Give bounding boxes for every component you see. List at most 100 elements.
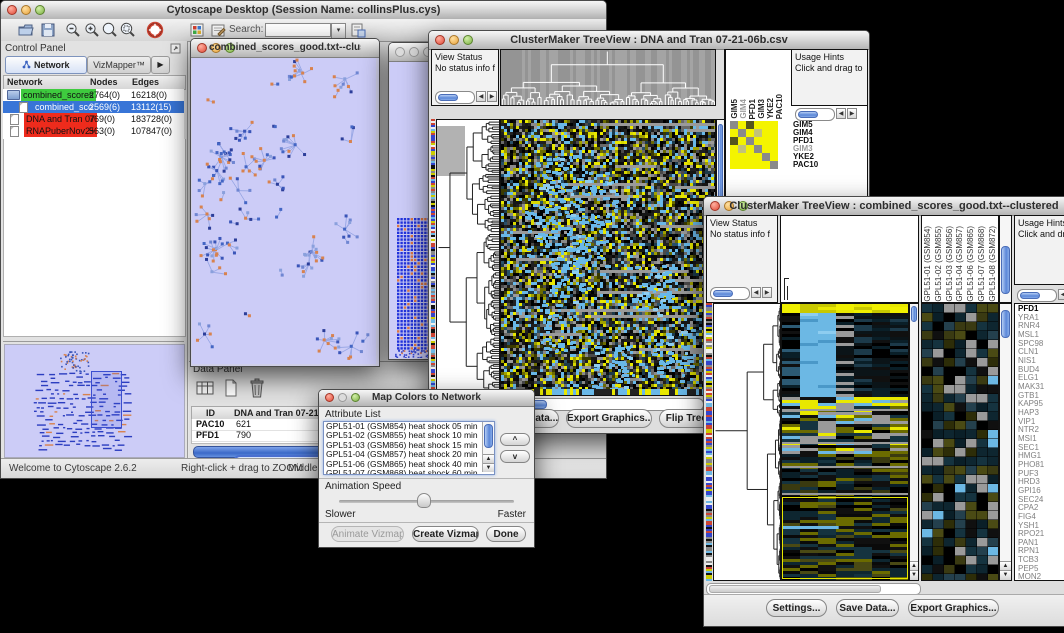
matrix-cell[interactable] [754,129,762,137]
matrix-cell[interactable] [738,153,746,161]
attribute-select-icon[interactable] [195,378,215,398]
zoom-in-icon[interactable] [83,21,101,39]
data-cell-id[interactable]: PFD1 [196,430,219,441]
vizmapper-palette-icon[interactable] [188,21,206,39]
scrollbar-thumb[interactable] [713,290,733,297]
tv1-row-dendrogram[interactable] [437,120,499,395]
delete-attribute-icon[interactable] [247,377,267,399]
matrix-cell[interactable] [738,137,746,145]
matrix-cell[interactable] [762,137,770,145]
matrix-cell[interactable] [762,161,770,169]
close-icon[interactable] [7,5,17,15]
speed-slider-thumb[interactable] [417,493,431,508]
tv2-zoom-heatmap[interactable] [922,304,998,580]
scroll-down-icon[interactable]: ▼ [910,570,918,580]
attribute-list-item[interactable]: GPL51-07 (GSM868) heat shock 60 min [324,469,494,475]
close-icon[interactable] [197,43,207,53]
scroll-down-icon[interactable]: ▼ [483,463,494,472]
matrix-cell[interactable] [738,145,746,153]
move-down-button[interactable]: v [500,450,530,463]
tv1-export-graphics-button[interactable]: Export Graphics... [566,409,652,428]
matrix-cell[interactable] [754,161,762,169]
move-up-button[interactable]: ^ [500,433,530,446]
animate-vizmap-button[interactable]: Animate Vizmap [331,526,404,542]
tv1-status-scrollbar[interactable]: ◀ ▶ [435,91,497,102]
scrollbar-track[interactable] [1017,289,1057,302]
matrix-cell[interactable] [730,161,738,169]
network-canvas[interactable] [192,58,376,364]
tv1-row-dendrogram-pane[interactable] [436,119,500,396]
matrix-cell[interactable] [762,145,770,153]
zoom-fit-icon[interactable] [101,21,119,39]
scrollbar-thumb[interactable] [709,585,881,593]
scrollbar-track[interactable] [435,91,475,104]
header-nodes[interactable]: Nodes [90,76,118,89]
close-icon[interactable] [435,35,445,45]
matrix-cell[interactable] [746,145,754,153]
tv2-genes-vscrollbar[interactable]: ▲ ▼ [999,303,1012,581]
data-cell-value[interactable]: 621 [236,419,251,430]
tab-vizmapper[interactable]: VizMapper™ [87,56,151,74]
attribute-listbox[interactable]: GPL51-01 (GSM854) heat shock 05 minGPL51… [323,421,495,475]
matrix-cell[interactable] [730,145,738,153]
matrix-cell[interactable] [746,137,754,145]
tv1-usage-scrollbar[interactable]: ◀ ▶ [795,108,857,119]
network-name[interactable]: DNA and Tran 07 [24,113,97,125]
close-icon[interactable] [395,47,405,57]
scroll-left-icon[interactable]: ◀ [751,287,761,298]
matrix-cell[interactable] [746,129,754,137]
matrix-cell[interactable] [730,153,738,161]
tv1-column-dendrogram-pane[interactable] [500,49,716,106]
matrix-cell[interactable] [754,121,762,129]
scrollbar-thumb[interactable] [798,111,818,118]
matrix-cell[interactable] [762,121,770,129]
matrix-cell[interactable] [770,161,778,169]
dialog-title-bar[interactable]: Map Colors to Network [319,390,534,407]
tv1-correlation-matrix[interactable] [730,121,778,169]
matrix-cell[interactable] [762,153,770,161]
data-cell-value[interactable]: 790 [236,430,251,441]
minimize-icon[interactable] [409,47,419,57]
scroll-left-icon[interactable]: ◀ [476,91,486,102]
network-table-row[interactable]: combined_scores2764(0)16218(0) [3,89,184,101]
scrollbar-thumb[interactable] [911,306,917,322]
matrix-cell[interactable] [730,129,738,137]
network-name[interactable]: RNAPuberNov2+ [24,125,97,137]
matrix-cell[interactable] [754,137,762,145]
scroll-down-icon[interactable]: ▼ [1000,570,1011,580]
float-panel-icon[interactable] [170,43,181,54]
main-title-bar[interactable]: Cytoscape Desktop (Session Name: collins… [1,1,606,20]
network-table-row[interactable]: combined_sco2569(6)13112(15) [3,101,184,113]
matrix-cell[interactable] [746,153,754,161]
treeview1-title-bar[interactable]: ClusterMaker TreeView : DNA and Tran 07-… [429,31,869,50]
scroll-up-icon[interactable]: ▲ [483,454,494,463]
tv1-heatmap-pane[interactable] [500,119,716,396]
search-dropdown-icon[interactable]: ▾ [331,23,346,39]
tv2-status-scrollbar[interactable]: ◀ ▶ [710,287,774,298]
tv2-row-dendrogram-pane[interactable] [713,303,781,581]
tv2-usage-scrollbar[interactable]: ◀ ▶ [1017,289,1064,300]
scroll-left-icon[interactable]: ◀ [836,108,846,119]
network-overlay-icon[interactable] [349,21,367,39]
help-icon[interactable] [144,21,166,39]
close-icon[interactable] [710,201,720,211]
scroll-right-icon[interactable]: ▶ [487,91,497,102]
network-name[interactable]: combined_scores [21,89,96,101]
tv2-row-dendrogram[interactable] [714,304,780,580]
zoom-out-icon[interactable] [64,21,82,39]
matrix-cell[interactable] [738,161,746,169]
matrix-cell[interactable] [770,129,778,137]
scrollbar-track[interactable] [710,287,750,300]
matrix-cell[interactable] [730,121,738,129]
panel-divider[interactable] [3,341,184,342]
search-input[interactable] [265,23,331,37]
header-network[interactable]: Network [7,76,43,89]
tv2-global-strip[interactable] [706,303,712,581]
scrollbar-thumb[interactable] [1001,310,1010,338]
tv2-zoom-pane[interactable] [921,303,999,581]
matrix-cell[interactable] [770,153,778,161]
done-button[interactable]: Done [486,526,526,542]
tv1-global-strip[interactable] [431,119,435,396]
scroll-right-icon[interactable]: ▶ [847,108,857,119]
matrix-cell[interactable] [730,137,738,145]
